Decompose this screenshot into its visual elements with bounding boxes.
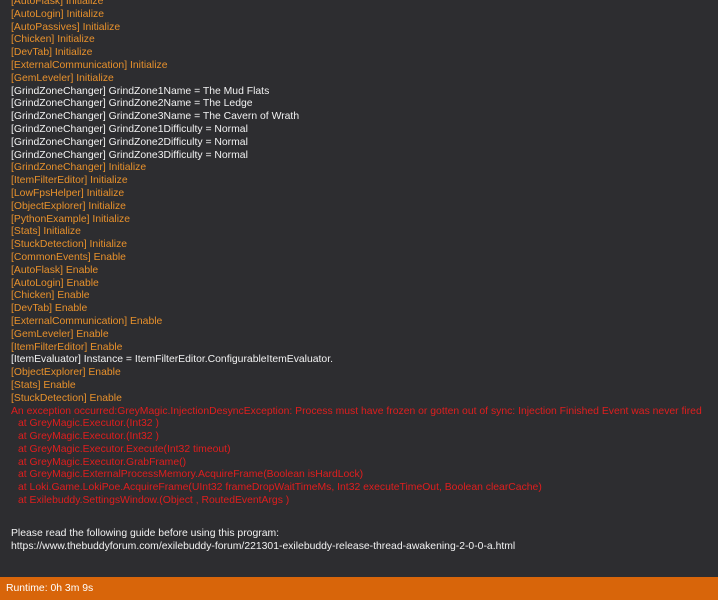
log-line: [ObjectExplorer] Initialize <box>11 200 126 212</box>
log-line: [Chicken] Initialize <box>11 34 95 46</box>
exception-message: An exception occurred:GreyMagic.Injectio… <box>11 405 702 417</box>
log-line: [Chicken] Enable <box>11 290 90 302</box>
log-lines: [AutoFlask] Initialize [AutoLogin] Initia… <box>0 0 718 406</box>
log-line: [GrindZoneChanger] Initialize <box>11 162 147 174</box>
log-line: [GrindZoneChanger] GrindZone1Name = The … <box>11 85 270 97</box>
log-line: [AutoPassives] Initialize <box>11 21 121 33</box>
log-line: [DevTab] Initialize <box>11 47 93 59</box>
log-line: [GemLeveler] Initialize <box>11 72 114 84</box>
log-spacer <box>0 508 718 528</box>
runtime-label: Runtime: 0h 3m 9s <box>6 583 94 594</box>
log-console[interactable]: [AutoFlask] Initialize [AutoLogin] Initia… <box>0 0 718 574</box>
log-line: [StuckDetection] Enable <box>11 392 122 404</box>
stack-trace-line: at Loki.Game.LokiPoe.AcquireFrame(UInt32… <box>18 482 542 494</box>
log-line: [GrindZoneChanger] GrindZone3Difficulty … <box>11 149 248 161</box>
log-line: [ItemFilterEditor] Initialize <box>11 175 128 187</box>
log-line: [GrindZoneChanger] GrindZone2Name = The … <box>11 98 253 110</box>
log-line: [ItemEvaluator] Instance = ItemFilterEdi… <box>11 354 333 366</box>
log-line: [GrindZoneChanger] GrindZone2Difficulty … <box>11 136 248 148</box>
log-line: [CommonEvents] Enable <box>11 251 126 263</box>
log-line: [GemLeveler] Enable <box>11 328 109 340</box>
log-line: [GrindZoneChanger] GrindZone1Difficulty … <box>11 123 248 135</box>
stack-trace-line: at GreyMagic.Executor.GrabFrame() <box>18 456 187 468</box>
log-line: [AutoFlask] Initialize <box>11 0 104 7</box>
log-line: [LowFpsHelper] Initialize <box>11 187 125 199</box>
log-line: [ExternalCommunication] Initialize <box>11 59 168 71</box>
guide-url[interactable]: https://www.thebuddyforum.com/exilebuddy… <box>0 541 718 554</box>
log-line: [Stats] Initialize <box>11 226 81 238</box>
log-line: [DevTab] Enable <box>11 303 88 315</box>
stack-trace-line: at Exilebuddy.SettingsWindow.(Object , R… <box>18 495 290 507</box>
stack-trace-line: at GreyMagic.Executor.(Int32 ) <box>18 431 159 443</box>
bot-window: [AutoFlask] Initialize [AutoLogin] Initia… <box>0 0 718 600</box>
stack-trace-line: at GreyMagic.Executor.Execute(Int32 time… <box>18 443 231 455</box>
log-line: [StuckDetection] Initialize <box>11 239 128 251</box>
log-line: [AutoFlask] Enable <box>11 264 99 276</box>
log-line: [Stats] Enable <box>11 379 76 391</box>
guide-message: Please read the following guide before u… <box>11 527 280 539</box>
exception-stack: at GreyMagic.Executor.(Int32 ) at GreyMag… <box>0 418 718 508</box>
log-line: [ItemFilterEditor] Enable <box>11 341 123 353</box>
stack-trace-line: at GreyMagic.Executor.(Int32 ) <box>18 418 159 430</box>
log-line: [AutoLogin] Enable <box>11 277 99 289</box>
log-line: [AutoLogin] Initialize <box>11 8 104 20</box>
stack-trace-line: at GreyMagic.ExternalProcessMemory.Acqui… <box>18 469 364 481</box>
log-line: [PythonExample] Initialize <box>11 213 130 225</box>
log-line: [ExternalCommunication] Enable <box>11 315 163 327</box>
status-bar: Runtime: 0h 3m 9s <box>0 577 718 600</box>
log-line: [ObjectExplorer] Enable <box>11 367 121 379</box>
log-line: [GrindZoneChanger] GrindZone3Name = The … <box>11 111 300 123</box>
